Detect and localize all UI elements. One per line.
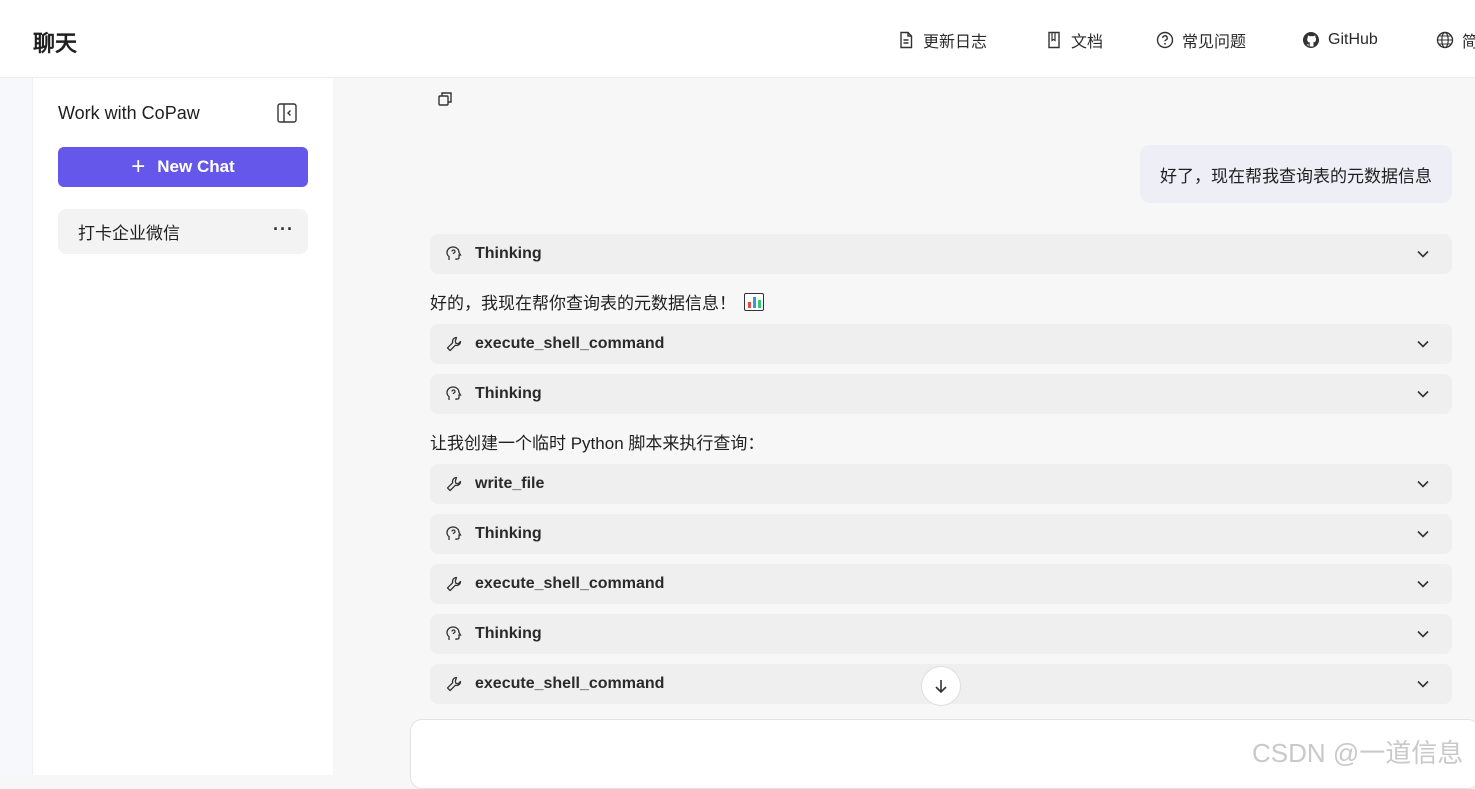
brain-icon	[446, 246, 462, 260]
page-title: 聊天	[33, 31, 78, 56]
thinking-block[interactable]: Thinking	[430, 234, 1452, 274]
assistant-text-content: 好的，我现在帮你查询表的元数据信息！	[430, 294, 736, 313]
session-label: 打卡企业微信	[78, 224, 180, 243]
user-message-text: 好了，现在帮我查询表的元数据信息	[1160, 166, 1432, 186]
tool-call-label: execute_shell_command	[475, 335, 665, 352]
nav-language-label: 简	[1462, 34, 1475, 51]
assistant-text-content: 让我创建一个临时 Python 脚本来执行查询：	[430, 434, 765, 453]
watermark: CSDN @一道信息	[1252, 738, 1464, 768]
chevron-down-icon	[1417, 530, 1429, 538]
plus-icon: +	[131, 153, 146, 180]
scroll-to-bottom-button[interactable]	[921, 666, 961, 706]
sidebar: Work with CoPaw + New Chat 打卡企业微信 ···	[33, 78, 333, 775]
tool-call-block[interactable]: execute_shell_command	[430, 564, 1452, 604]
wrench-icon	[446, 476, 462, 492]
nav-faq-label: 常见问题	[1182, 34, 1247, 51]
nav-changelog-label: 更新日志	[923, 34, 988, 51]
top-header: 聊天 更新日志 文档 常见问题 GitHub 简	[0, 0, 1475, 78]
thinking-label: Thinking	[475, 245, 542, 262]
book-icon	[1048, 31, 1060, 49]
left-edge-strip	[0, 78, 33, 775]
thinking-label: Thinking	[475, 385, 542, 402]
tool-call-label: write_file	[475, 475, 545, 492]
brain-icon	[446, 386, 462, 400]
nav-faq[interactable]: 常见问题	[1156, 28, 1246, 52]
assistant-text: 让我创建一个临时 Python 脚本来执行查询：	[430, 429, 764, 454]
chevron-down-icon	[1417, 680, 1429, 688]
chevron-down-icon	[1417, 580, 1429, 588]
nav-docs[interactable]: 文档	[1045, 28, 1103, 52]
chevron-down-icon	[1417, 480, 1429, 488]
wrench-icon	[446, 336, 462, 352]
chevron-down-icon	[1417, 630, 1429, 638]
globe-icon	[1436, 31, 1454, 49]
chat-main: 好了，现在帮我查询表的元数据信息 Thinking 好的，我现在帮你查询表的元数…	[333, 78, 1475, 789]
nav-docs-label: 文档	[1071, 34, 1104, 51]
wrench-icon	[446, 576, 462, 592]
nav-github-label: GitHub	[1328, 31, 1378, 48]
user-message-bubble: 好了，现在帮我查询表的元数据信息	[1140, 145, 1452, 203]
sidebar-collapse-icon[interactable]	[276, 102, 298, 124]
tool-call-label: execute_shell_command	[475, 575, 665, 592]
tool-call-block[interactable]: execute_shell_command	[430, 324, 1452, 364]
arrow-down-icon	[935, 680, 947, 694]
brain-icon	[446, 626, 462, 640]
bar-chart-icon	[744, 292, 764, 311]
thinking-block[interactable]: Thinking	[430, 374, 1452, 414]
chevron-down-icon	[1417, 250, 1429, 258]
chevron-down-icon	[1417, 390, 1429, 398]
question-circle-icon	[1156, 31, 1174, 49]
more-icon[interactable]: ···	[273, 219, 294, 240]
document-icon	[900, 31, 913, 49]
brain-icon	[446, 526, 462, 540]
nav-github[interactable]: GitHub	[1302, 31, 1378, 49]
thinking-block[interactable]: Thinking	[430, 514, 1452, 554]
chevron-down-icon	[1417, 340, 1429, 348]
thinking-label: Thinking	[475, 525, 542, 542]
nav-language[interactable]: 简	[1436, 28, 1475, 52]
new-chat-button[interactable]: + New Chat	[58, 147, 308, 187]
tool-call-block[interactable]: write_file	[430, 464, 1452, 504]
thinking-label: Thinking	[475, 625, 542, 642]
thinking-block[interactable]: Thinking	[430, 614, 1452, 654]
wrench-icon	[446, 676, 462, 692]
nav-changelog[interactable]: 更新日志	[897, 28, 987, 52]
tool-call-label: execute_shell_command	[475, 675, 665, 692]
session-item[interactable]: 打卡企业微信 ···	[58, 209, 308, 254]
new-chat-label: New Chat	[157, 157, 235, 176]
sidebar-title: Work with CoPaw	[58, 103, 200, 123]
assistant-text: 好的，我现在帮你查询表的元数据信息！	[430, 289, 764, 314]
github-icon	[1303, 32, 1319, 48]
copy-icon[interactable]	[436, 90, 454, 108]
